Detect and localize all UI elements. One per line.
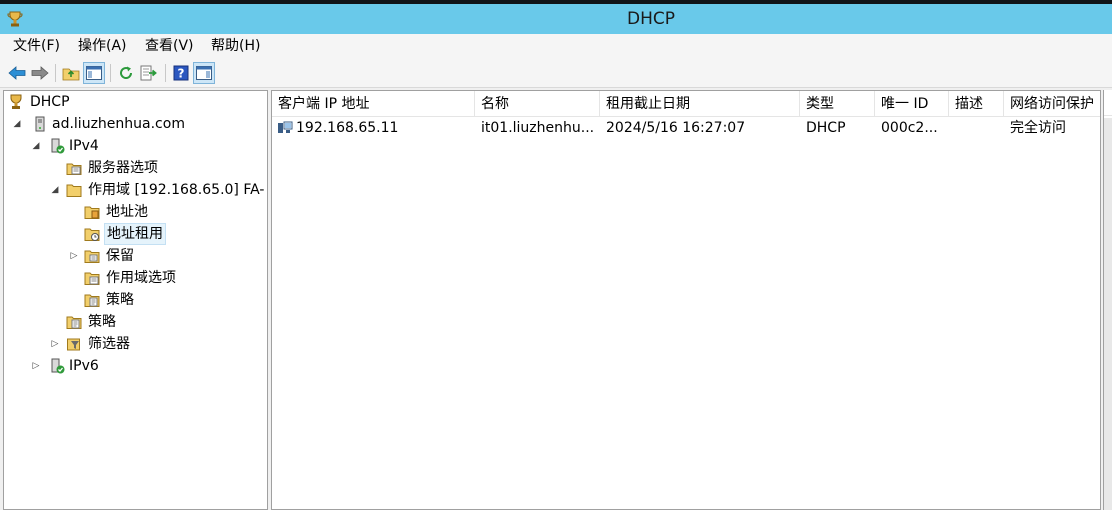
ipv6-server-icon [51,358,65,374]
tree-label: IPv6 [69,358,99,374]
show-hide-tree-button[interactable] [83,62,105,84]
menu-view[interactable]: 查看(V) [141,34,198,58]
toolbar-separator [110,64,111,82]
address-pool-icon [84,206,100,219]
col-header-unique-id[interactable]: 唯一 ID [875,91,949,117]
refresh-button[interactable] [115,62,137,84]
expand-triangle-icon[interactable]: ▷ [31,355,41,377]
action-pane-header [1104,90,1112,116]
tree-label-selected: 地址租用 [104,223,166,245]
cell-type: DHCP [806,120,846,136]
filters-icon [67,338,80,351]
action-pane-body [1104,118,1112,510]
help-icon: ? [173,65,189,81]
title-bar: DHCP [0,4,1112,34]
scope-options-icon [84,272,100,285]
col-header-client-ip[interactable]: 客户端 IP 地址 [272,91,475,117]
menu-action[interactable]: 操作(A) [74,34,131,58]
tree-label: 服务器选项 [88,160,158,176]
tree-label: 作用域 [192.168.65.0] FA- [88,182,265,198]
dhcp-trophy-icon [10,94,22,109]
toolbar-separator [55,64,56,82]
server-icon [35,116,45,132]
collapse-triangle-icon[interactable]: ◢ [12,113,22,135]
expand-triangle-icon[interactable]: ▷ [50,333,60,355]
cell-name: it01.liuzhenhu... [481,120,595,136]
mmc-window: DHCP 文件(F) 操作(A) 查看(V) 帮助(H) ? DHCP ◢ ad… [0,0,1112,510]
expand-triangle-icon[interactable]: ▷ [69,245,79,267]
tree-label: 策略 [88,314,116,330]
col-header-nap[interactable]: 网络访问保护 [1004,91,1100,117]
cell-unique-id: 000c2... [881,120,938,136]
col-header-lease-expiration[interactable]: 租用截止日期 [600,91,800,117]
policies-icon [84,294,100,307]
menu-help[interactable]: 帮助(H) [207,34,264,58]
collapse-triangle-icon[interactable]: ◢ [50,179,60,201]
tree-label: 保留 [106,248,134,264]
refresh-icon [120,66,133,79]
back-button[interactable] [6,62,28,84]
toolbar: ? [0,58,1112,88]
help-button[interactable]: ? [170,62,192,84]
cell-lease-expiration: 2024/5/16 16:27:07 [606,120,746,136]
tree-label: DHCP [30,94,70,110]
forward-arrow-icon [31,66,49,80]
tree-label: IPv4 [69,138,99,154]
col-header-type[interactable]: 类型 [800,91,875,117]
cell-description [949,117,1004,139]
address-leases-icon [84,228,100,241]
show-hide-tree-icon [86,66,102,80]
show-hide-action-pane-icon [196,66,212,80]
folder-icon [66,184,82,197]
policies-icon [66,316,82,329]
col-header-name[interactable]: 名称 [475,91,600,117]
tree-label: 地址池 [106,204,148,220]
svg-text:?: ? [178,67,185,81]
list-header: 客户端 IP 地址 名称 租用截止日期 类型 唯一 ID 描述 网络访问保护 [272,91,1100,117]
menu-file[interactable]: 文件(F) [9,34,64,58]
export-list-icon [140,65,157,81]
ipv4-server-icon [51,138,65,154]
collapse-triangle-icon[interactable]: ◢ [31,135,41,157]
cell-nap: 完全访问 [1010,120,1066,136]
export-list-button[interactable] [138,62,160,84]
reservations-icon [84,250,100,263]
back-arrow-icon [8,66,26,80]
console-tree[interactable]: DHCP ◢ ad.liuzhenhua.com ◢ IPv4 服务器选项 ◢ … [3,90,268,510]
window-title: DHCP [627,9,675,29]
forward-button[interactable] [29,62,51,84]
tree-label: ad.liuzhenhua.com [52,116,185,132]
toolbar-separator [165,64,166,82]
cell-client-ip: 192.168.65.11 [296,120,399,136]
tree-label: 作用域选项 [106,270,176,286]
col-header-description[interactable]: 描述 [949,91,1004,117]
server-options-icon [66,163,82,175]
menu-bar: 文件(F) 操作(A) 查看(V) 帮助(H) [0,34,1112,58]
show-hide-action-pane-button[interactable] [193,62,215,84]
up-one-level-button[interactable] [60,62,82,84]
results-list[interactable]: 客户端 IP 地址 名称 租用截止日期 类型 唯一 ID 描述 网络访问保护 1… [271,90,1101,510]
action-pane[interactable] [1103,90,1112,510]
up-folder-icon [62,68,80,81]
tree-label: 筛选器 [88,336,130,352]
tree-label: 策略 [106,292,134,308]
table-row[interactable]: 192.168.65.11 it01.liuzhenhu... 2024/5/1… [272,117,1100,139]
